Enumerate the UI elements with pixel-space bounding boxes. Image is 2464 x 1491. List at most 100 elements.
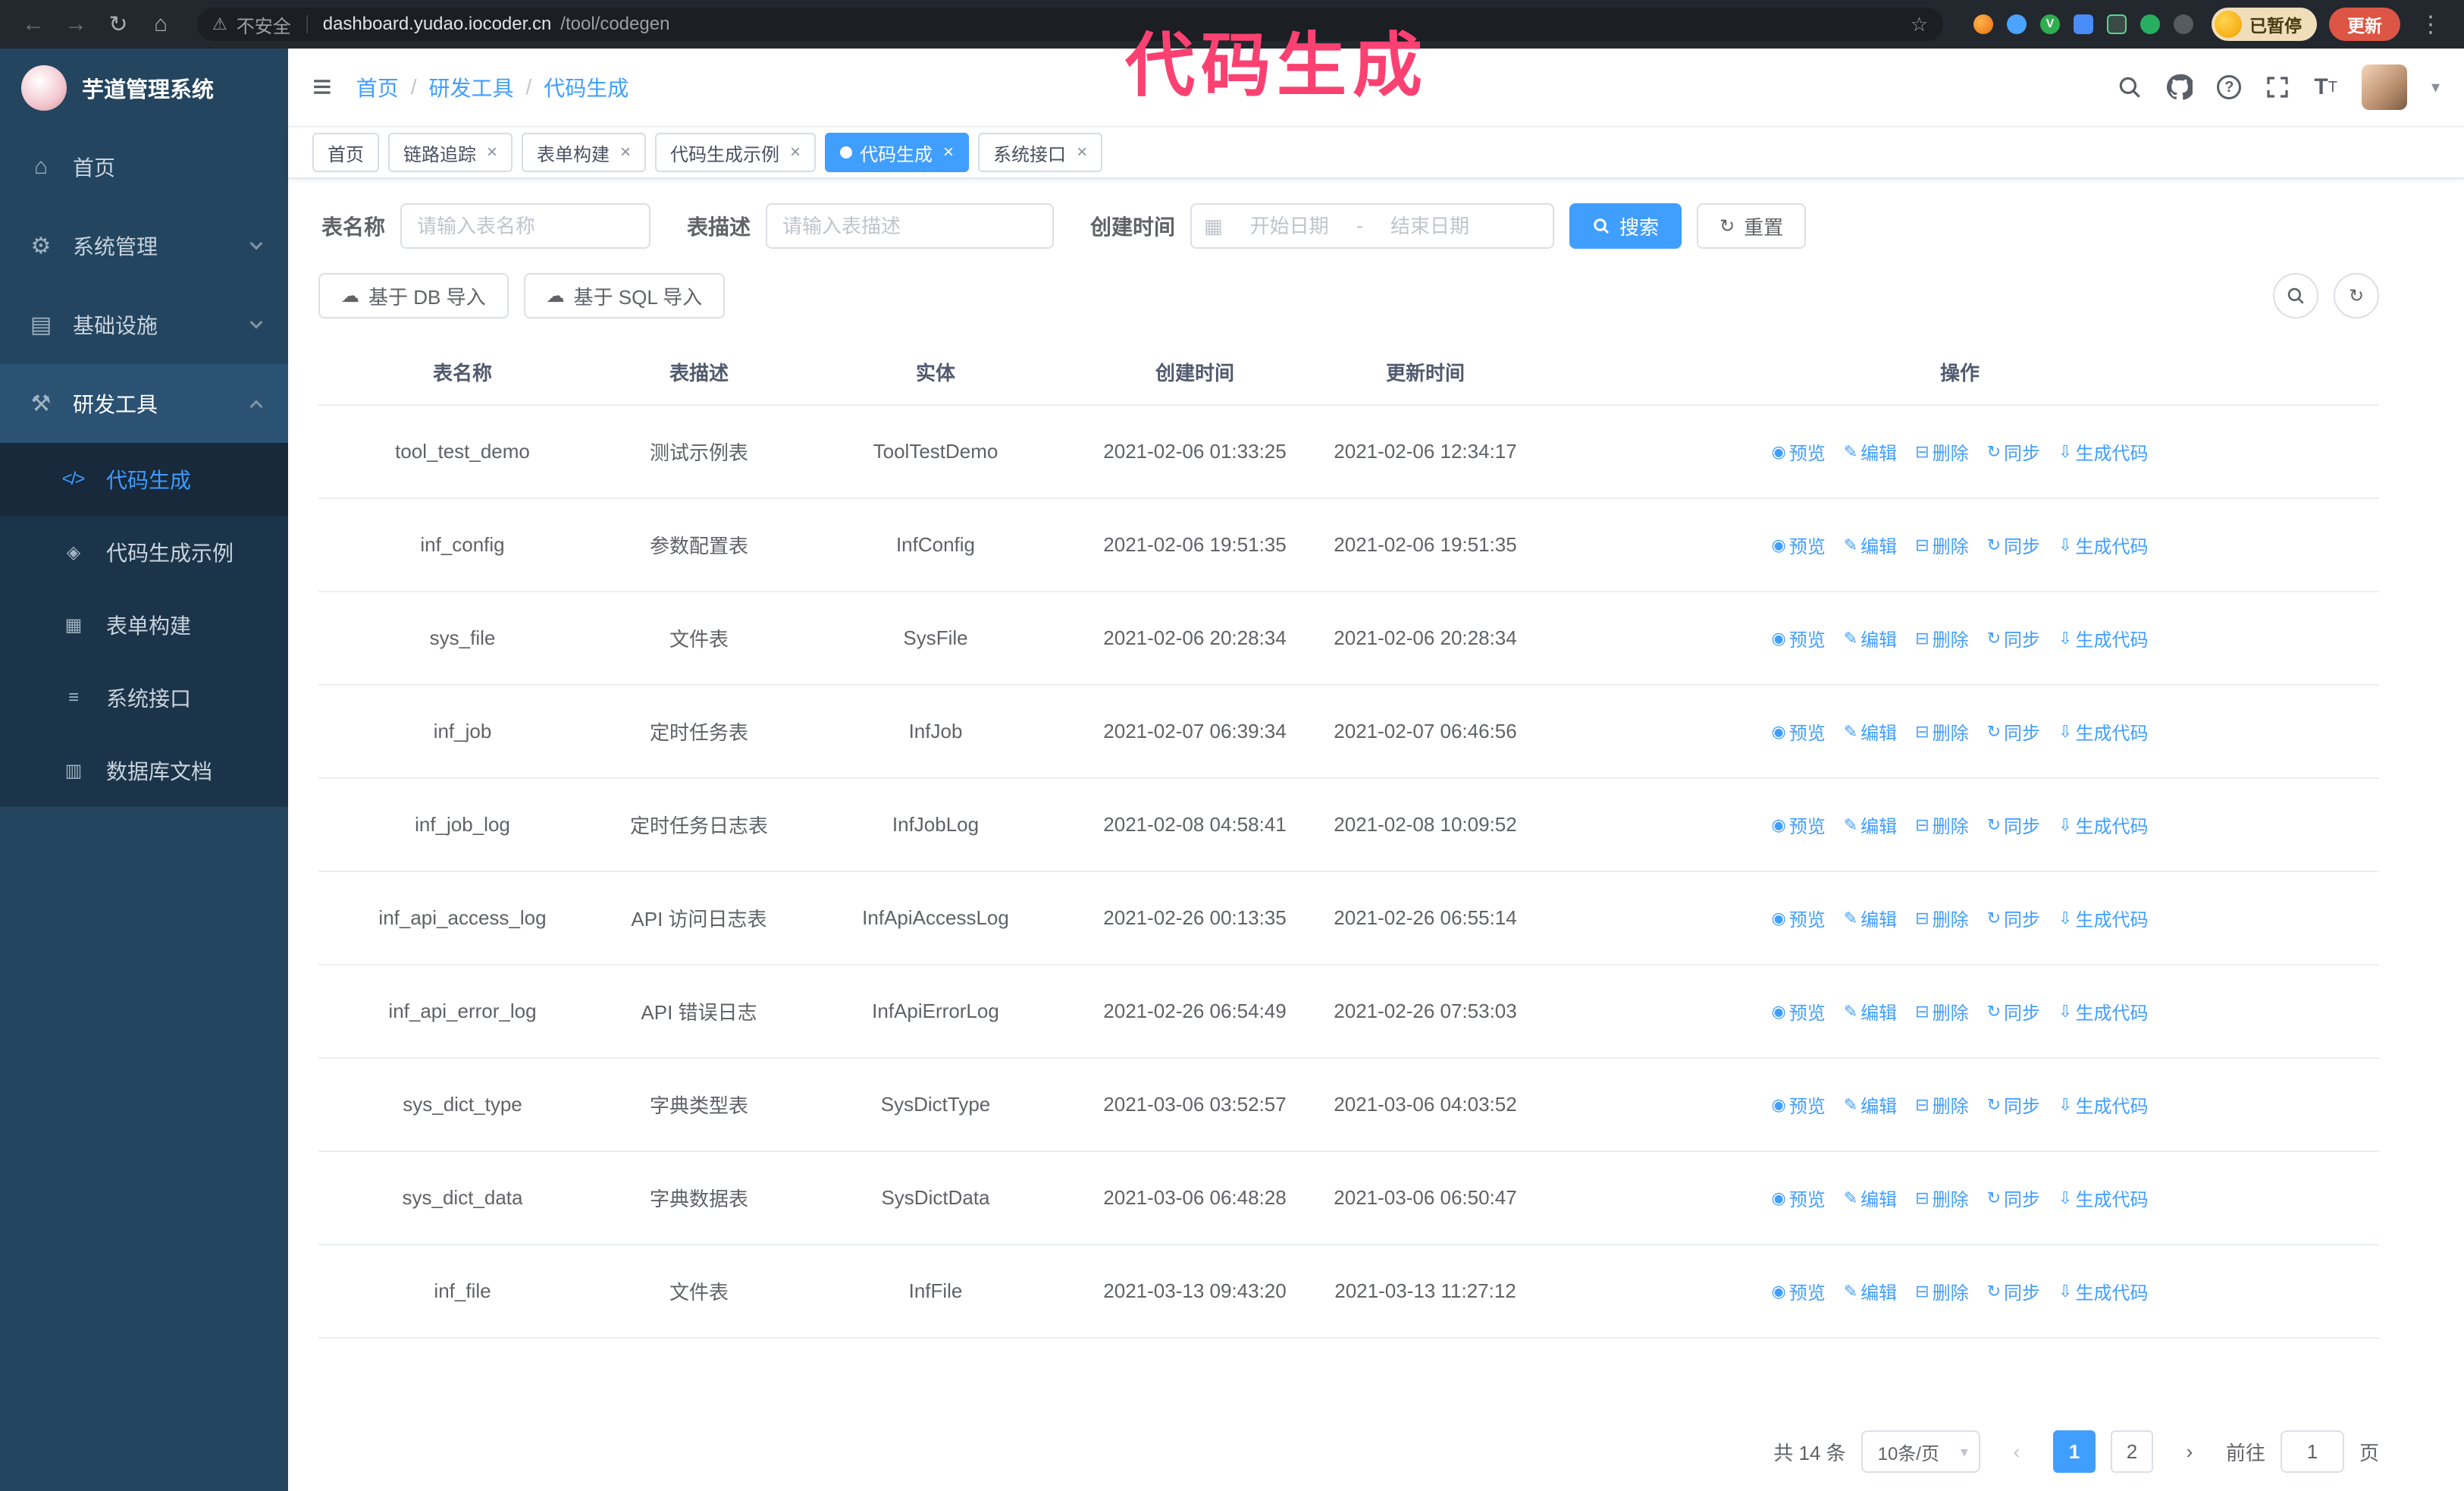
edit-link[interactable]: ✎ 编辑 (1844, 532, 1897, 558)
extension-icon-4[interactable] (2074, 14, 2093, 34)
sidebar-item-codegen-example[interactable]: ◈ 代码生成示例 (0, 516, 288, 589)
end-date-input[interactable] (1368, 214, 1491, 238)
tab-链路追踪[interactable]: 链路追踪 × (388, 133, 513, 172)
delete-link[interactable]: ⊟ 删除 (1915, 811, 1968, 838)
edit-link[interactable]: ✎ 编辑 (1844, 438, 1897, 465)
sync-link[interactable]: ↻ 同步 (1987, 905, 2040, 931)
edit-link[interactable]: ✎ 编辑 (1844, 718, 1897, 745)
forward-button[interactable]: → (58, 11, 94, 37)
delete-link[interactable]: ⊟ 删除 (1915, 625, 1968, 651)
home-button[interactable]: ⌂ (143, 11, 179, 37)
font-size-icon[interactable]: TT (2314, 74, 2337, 100)
sidebar-item-infrastructure[interactable]: ▤ 基础设施 (0, 285, 288, 364)
back-button[interactable]: ← (15, 11, 52, 37)
sidebar-item-database-doc[interactable]: ▥ 数据库文档 (0, 734, 288, 807)
prev-page-button[interactable]: ‹ (1995, 1430, 2038, 1473)
extension-icon-2[interactable] (2007, 14, 2027, 34)
preview-link[interactable]: ◉ 预览 (1772, 625, 1826, 651)
generate-code-link[interactable]: ⇩ 生成代码 (2058, 532, 2148, 558)
search-button[interactable]: 搜索 (1569, 203, 1682, 249)
extension-icon-3[interactable]: V (2040, 14, 2060, 34)
extension-icon-5[interactable] (2107, 14, 2127, 34)
generate-code-link[interactable]: ⇩ 生成代码 (2058, 1278, 2148, 1304)
sidebar-item-system-management[interactable]: ⚙ 系统管理 (0, 206, 288, 285)
sync-link[interactable]: ↻ 同步 (1987, 1185, 2040, 1211)
github-icon[interactable] (2167, 74, 2193, 100)
sidebar-item-home[interactable]: ⌂ 首页 (0, 127, 288, 206)
edit-link[interactable]: ✎ 编辑 (1844, 905, 1897, 931)
user-avatar[interactable] (2361, 64, 2407, 110)
breadcrumb-dev-tools[interactable]: 研发工具 (428, 72, 513, 102)
reset-button[interactable]: ↻ 重置 (1697, 203, 1807, 249)
sidebar-item-system-api[interactable]: ≡ 系统接口 (0, 661, 288, 734)
sync-link[interactable]: ↻ 同步 (1987, 998, 2040, 1025)
tab-close-icon[interactable]: × (620, 142, 631, 163)
sidebar-item-form-builder[interactable]: ▦ 表单构建 (0, 589, 288, 661)
tab-close-icon[interactable]: × (487, 142, 497, 163)
profile-chip[interactable]: 已暂停 (2212, 8, 2317, 41)
page-button-2[interactable]: 2 (2110, 1430, 2153, 1473)
sidebar-item-code-generation[interactable]: </> 代码生成 (0, 443, 288, 516)
table-desc-input[interactable] (766, 203, 1055, 249)
reload-button[interactable]: ↻ (100, 11, 136, 38)
delete-link[interactable]: ⊟ 删除 (1915, 1185, 1968, 1211)
update-button[interactable]: 更新 (2329, 8, 2400, 41)
edit-link[interactable]: ✎ 编辑 (1844, 811, 1897, 838)
help-icon[interactable]: ? (2217, 75, 2242, 99)
browser-menu-icon[interactable]: ⋮ (2412, 11, 2449, 38)
preview-link[interactable]: ◉ 预览 (1772, 1278, 1826, 1304)
preview-link[interactable]: ◉ 预览 (1772, 998, 1826, 1025)
goto-page-input[interactable] (2280, 1430, 2344, 1473)
generate-code-link[interactable]: ⇩ 生成代码 (2058, 438, 2148, 465)
preview-link[interactable]: ◉ 预览 (1772, 532, 1826, 558)
sync-link[interactable]: ↻ 同步 (1987, 718, 2040, 745)
start-date-input[interactable] (1228, 214, 1350, 238)
date-range-picker[interactable]: ▦ - (1190, 203, 1555, 249)
fullscreen-icon[interactable] (2265, 75, 2290, 99)
import-db-button[interactable]: ☁ 基于 DB 导入 (318, 273, 509, 319)
delete-link[interactable]: ⊟ 删除 (1915, 532, 1968, 558)
preview-link[interactable]: ◉ 预览 (1772, 1091, 1826, 1118)
generate-code-link[interactable]: ⇩ 生成代码 (2058, 811, 2148, 838)
tab-代码生成[interactable]: 代码生成 × (825, 133, 970, 172)
table-name-input[interactable] (400, 203, 651, 249)
generate-code-link[interactable]: ⇩ 生成代码 (2058, 625, 2148, 651)
search-icon[interactable] (2117, 74, 2143, 100)
generate-code-link[interactable]: ⇩ 生成代码 (2058, 998, 2148, 1025)
tab-代码生成示例[interactable]: 代码生成示例 × (655, 133, 817, 172)
extension-icon-6[interactable] (2140, 14, 2160, 34)
delete-link[interactable]: ⊟ 删除 (1915, 438, 1968, 465)
generate-code-link[interactable]: ⇩ 生成代码 (2058, 905, 2148, 931)
address-bar[interactable]: ⚠ 不安全 dashboard.yudao.iocoder.cn /tool/c… (197, 8, 1943, 41)
sync-link[interactable]: ↻ 同步 (1987, 625, 2040, 651)
page-button-1[interactable]: 1 (2052, 1430, 2096, 1473)
edit-link[interactable]: ✎ 编辑 (1844, 1185, 1897, 1211)
generate-code-link[interactable]: ⇩ 生成代码 (2058, 1091, 2148, 1118)
tab-系统接口[interactable]: 系统接口 × (978, 133, 1103, 172)
delete-link[interactable]: ⊟ 删除 (1915, 718, 1968, 745)
edit-link[interactable]: ✎ 编辑 (1844, 1091, 1897, 1118)
hamburger-menu-icon[interactable]: ≡ (312, 71, 332, 104)
tab-首页[interactable]: 首页 (312, 133, 379, 172)
sync-link[interactable]: ↻ 同步 (1987, 532, 2040, 558)
sync-link[interactable]: ↻ 同步 (1987, 438, 2040, 465)
sync-link[interactable]: ↻ 同步 (1987, 1278, 2040, 1304)
refresh-table-button[interactable]: ↻ (2334, 273, 2379, 319)
preview-link[interactable]: ◉ 预览 (1772, 811, 1826, 838)
tab-close-icon[interactable]: × (790, 142, 801, 163)
tab-close-icon[interactable]: × (943, 142, 954, 163)
generate-code-link[interactable]: ⇩ 生成代码 (2058, 1185, 2148, 1211)
toggle-search-button[interactable] (2273, 273, 2318, 319)
bookmark-star-icon[interactable]: ☆ (1911, 13, 1928, 36)
generate-code-link[interactable]: ⇩ 生成代码 (2058, 718, 2148, 745)
preview-link[interactable]: ◉ 预览 (1772, 438, 1826, 465)
preview-link[interactable]: ◉ 预览 (1772, 718, 1826, 745)
sync-link[interactable]: ↻ 同步 (1987, 811, 2040, 838)
delete-link[interactable]: ⊟ 删除 (1915, 1091, 1968, 1118)
page-size-select[interactable]: 10条/页 ▾ (1861, 1430, 1980, 1473)
delete-link[interactable]: ⊟ 删除 (1915, 905, 1968, 931)
edit-link[interactable]: ✎ 编辑 (1844, 1278, 1897, 1304)
caret-down-icon[interactable]: ▾ (2431, 77, 2440, 97)
delete-link[interactable]: ⊟ 删除 (1915, 1278, 1968, 1304)
sync-link[interactable]: ↻ 同步 (1987, 1091, 2040, 1118)
